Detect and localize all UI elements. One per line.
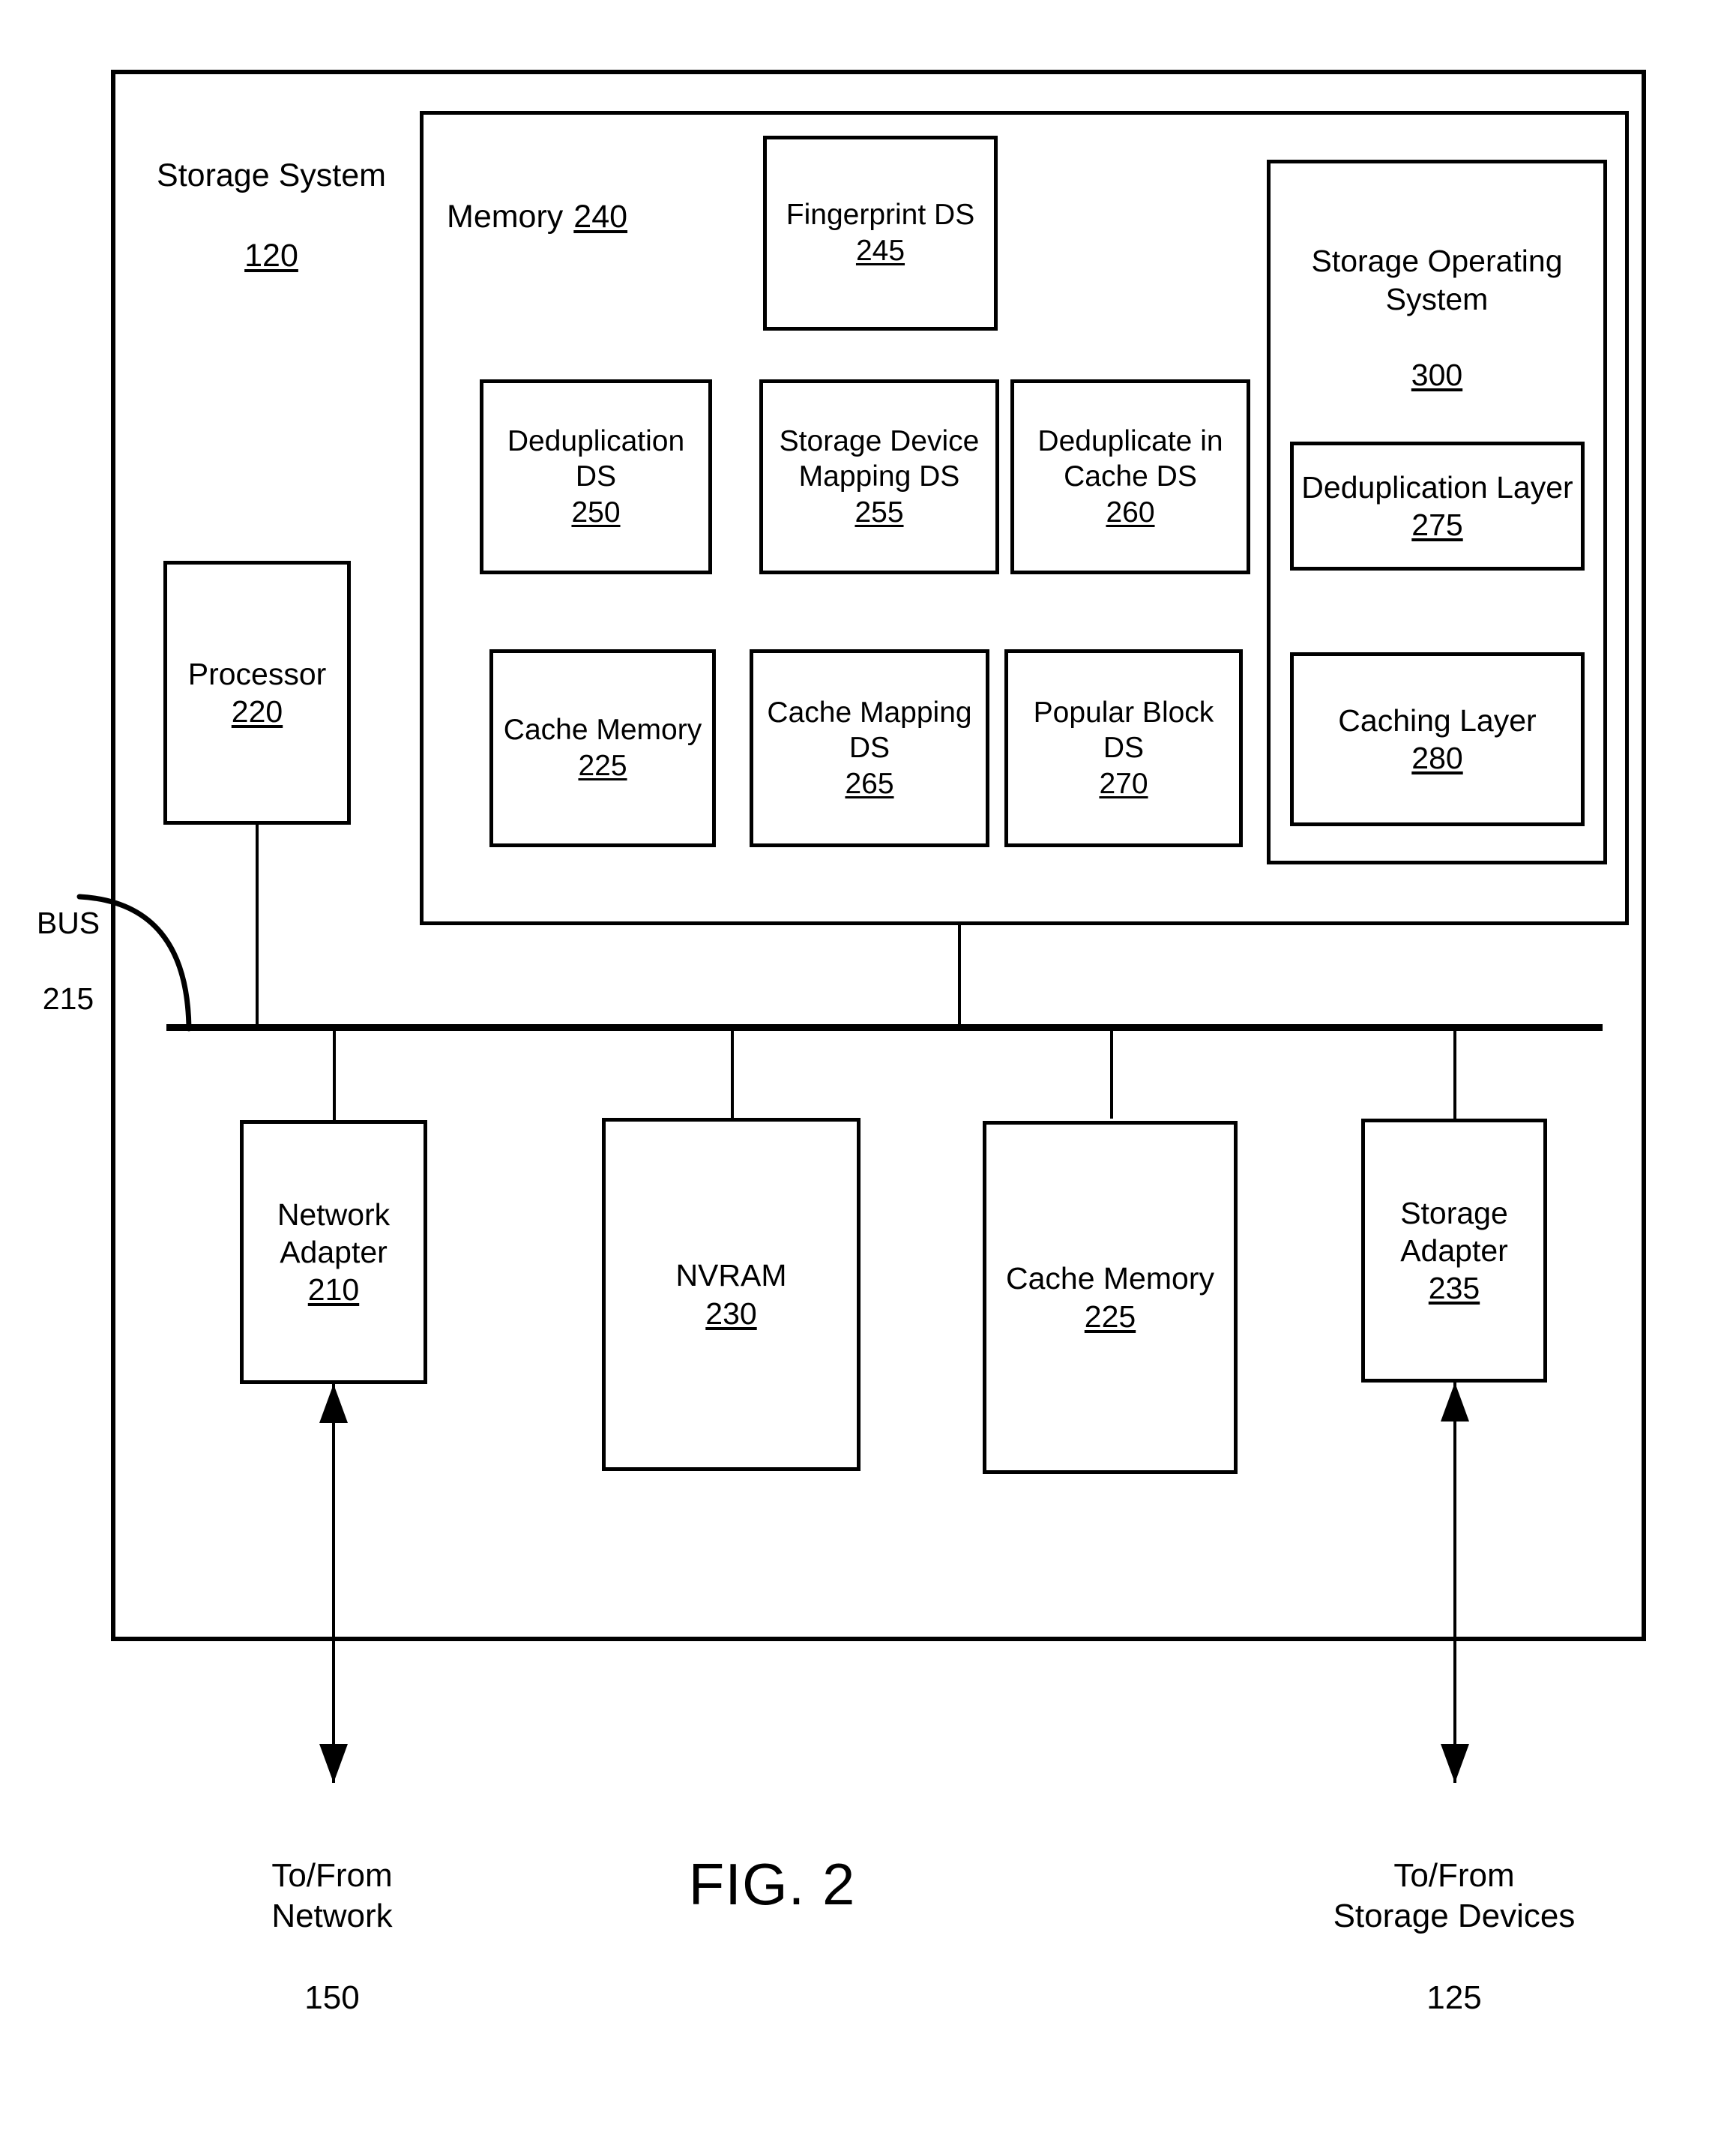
cache-memory-bus-connector xyxy=(1110,1029,1113,1119)
storage-system-title: Storage System 120 xyxy=(129,116,414,316)
storage-operating-system-title: Storage Operating System 300 xyxy=(1274,204,1600,433)
storage-device-mapping-ds-box: Storage Device Mapping DS 255 xyxy=(759,379,999,574)
deduplication-ds-number: 250 xyxy=(571,496,621,529)
popular-block-ds-number: 270 xyxy=(1099,767,1148,800)
storage-device-mapping-ds-label: Storage Device Mapping DS xyxy=(779,424,980,493)
network-adapter-bus-connector xyxy=(333,1029,336,1120)
network-io-number: 150 xyxy=(304,1979,360,2017)
figure-caption: FIG. 2 xyxy=(688,1851,856,1917)
cache-mapping-ds-label: Cache Mapping DS xyxy=(767,696,972,765)
network-adapter-label: Network Adapter xyxy=(277,1197,391,1269)
network-io-text: To/From Network xyxy=(271,1856,393,1935)
memory-bus-connector xyxy=(958,924,961,1029)
storage-io-arrow-shaft xyxy=(1453,1383,1456,1783)
storage-operating-system-number: 300 xyxy=(1411,358,1463,393)
fingerprint-ds-label: Fingerprint DS xyxy=(786,199,975,232)
processor-label: Processor xyxy=(187,656,327,691)
storage-io-number: 125 xyxy=(1426,1979,1482,2017)
storage-adapter-box: Storage Adapter 235 xyxy=(1361,1119,1547,1383)
deduplication-ds-label: Deduplication DS xyxy=(507,424,685,493)
popular-block-ds-box: Popular Block DS 270 xyxy=(1004,649,1243,847)
processor-bus-connector xyxy=(256,825,259,1029)
deduplication-ds-box: Deduplication DS 250 xyxy=(480,379,712,574)
storage-io-arrowhead-up xyxy=(1441,1383,1469,1422)
bus-line xyxy=(166,1024,1603,1031)
processor-box: Processor 220 xyxy=(163,561,351,825)
network-adapter-number: 210 xyxy=(307,1272,360,1307)
storage-adapter-label: Storage Adapter xyxy=(1400,1195,1508,1268)
memory-cache-memory-number: 225 xyxy=(578,750,627,782)
storage-system-label: Storage System xyxy=(157,157,386,194)
storage-operating-system-label: Storage Operating System xyxy=(1311,243,1563,316)
storage-adapter-number: 235 xyxy=(1428,1271,1480,1305)
fingerprint-ds-box: Fingerprint DS 245 xyxy=(763,136,998,331)
network-io-arrowhead-up xyxy=(319,1384,348,1423)
memory-number: 240 xyxy=(573,199,628,235)
memory-title: Memory 240 xyxy=(447,157,717,238)
caching-layer-number: 280 xyxy=(1411,741,1463,775)
fingerprint-ds-number: 245 xyxy=(855,235,905,267)
memory-cache-memory-box: Cache Memory 225 xyxy=(489,649,716,847)
cache-mapping-ds-number: 265 xyxy=(845,767,894,800)
bottom-cache-memory-number: 225 xyxy=(1084,1299,1136,1334)
bus-leader-line xyxy=(76,894,192,1032)
network-io-arrowhead-down xyxy=(319,1744,348,1783)
deduplication-layer-label: Deduplication Layer xyxy=(1301,469,1573,505)
nvram-bus-connector xyxy=(731,1029,734,1119)
processor-number: 220 xyxy=(231,694,283,729)
network-io-arrow-shaft xyxy=(332,1384,335,1783)
storage-adapter-bus-connector xyxy=(1453,1029,1456,1119)
storage-device-mapping-ds-number: 255 xyxy=(855,496,904,529)
deduplicate-in-cache-ds-label: Deduplicate in Cache DS xyxy=(1037,424,1223,493)
deduplicate-in-cache-ds-number: 260 xyxy=(1106,496,1155,529)
figure-canvas: Storage System 120 Memory 240 Fingerprint… xyxy=(0,0,1736,2133)
bottom-cache-memory-label: Cache Memory xyxy=(1006,1261,1214,1296)
popular-block-ds-label: Popular Block DS xyxy=(1033,696,1214,765)
memory-label: Memory xyxy=(447,199,564,235)
storage-io-label: To/From Storage Devices 125 xyxy=(1289,1814,1619,2060)
nvram-label: NVRAM xyxy=(675,1258,787,1293)
network-adapter-box: Network Adapter 210 xyxy=(240,1120,427,1384)
deduplication-layer-number: 275 xyxy=(1411,508,1463,542)
storage-io-arrowhead-down xyxy=(1441,1744,1469,1783)
cache-mapping-ds-box: Cache Mapping DS 265 xyxy=(750,649,989,847)
memory-cache-memory-label: Cache Memory xyxy=(503,714,702,747)
network-io-label: To/From Network 150 xyxy=(212,1814,452,2060)
nvram-number: 230 xyxy=(705,1296,757,1331)
deduplication-layer-box: Deduplication Layer 275 xyxy=(1290,442,1585,571)
bottom-cache-memory-box: Cache Memory 225 xyxy=(983,1121,1238,1474)
storage-system-number: 120 xyxy=(244,237,298,274)
deduplicate-in-cache-ds-box: Deduplicate in Cache DS 260 xyxy=(1010,379,1250,574)
nvram-box: NVRAM 230 xyxy=(602,1118,861,1471)
caching-layer-box: Caching Layer 280 xyxy=(1290,652,1585,826)
caching-layer-label: Caching Layer xyxy=(1338,703,1537,738)
storage-io-text: To/From Storage Devices xyxy=(1333,1856,1576,1935)
